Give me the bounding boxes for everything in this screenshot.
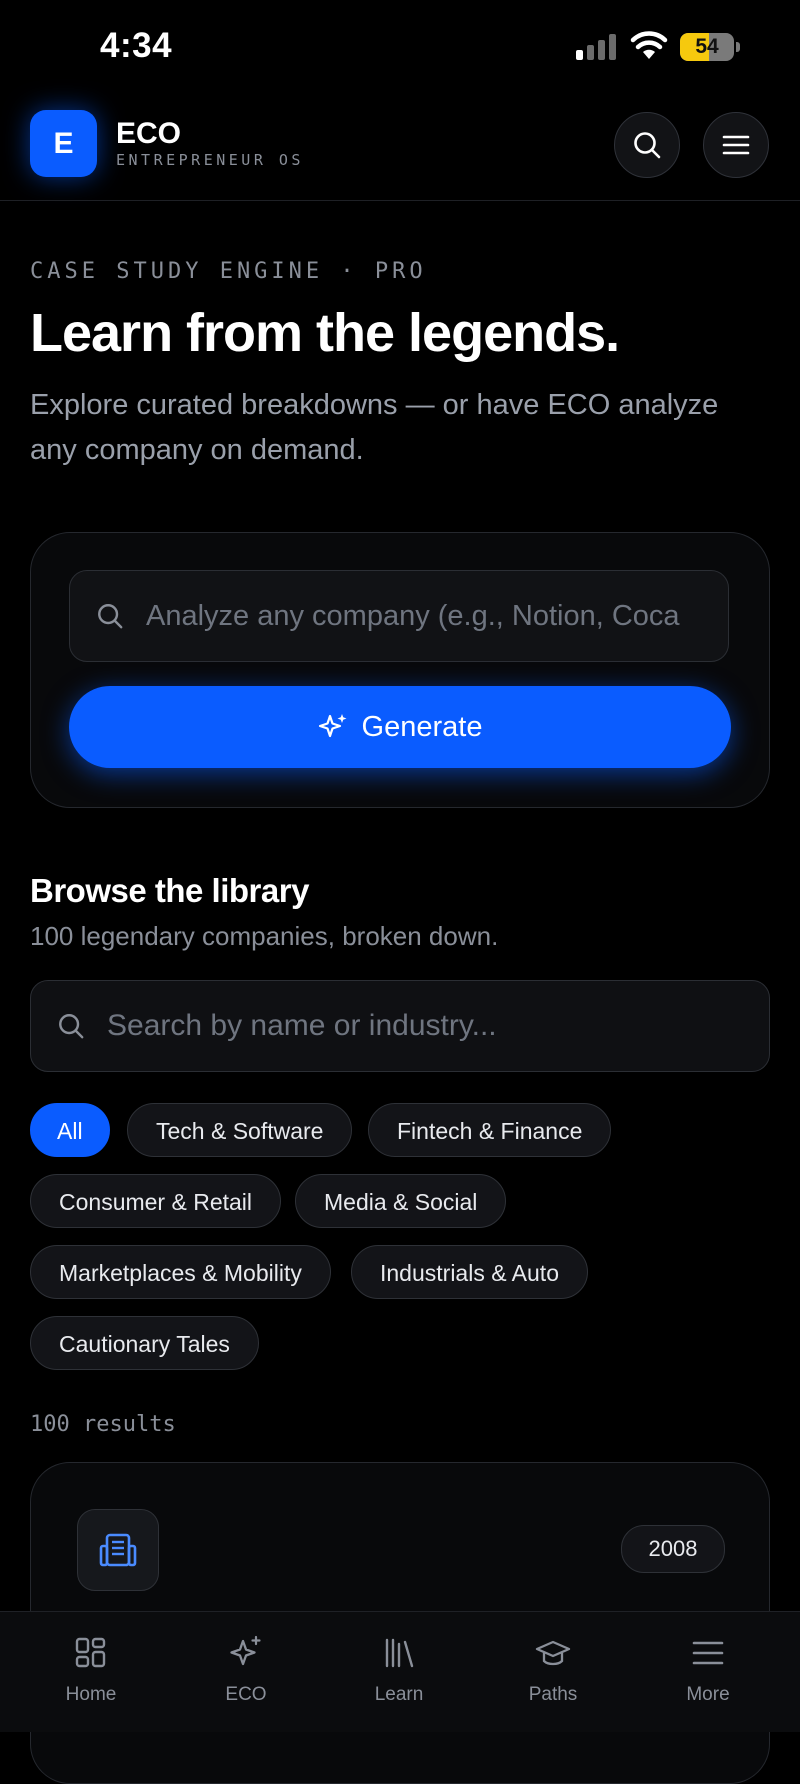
filter-chip-marketplaces-mobility[interactable]: Marketplaces & Mobility [30, 1245, 331, 1299]
hamburger-menu-icon [722, 135, 750, 155]
nav-home-label: Home [65, 1684, 117, 1705]
nav-home[interactable]: Home [31, 1634, 151, 1706]
library-search-placeholder: Search by name or industry... [107, 1009, 497, 1042]
search-icon [59, 1014, 84, 1039]
graduation-cap-icon [535, 1640, 571, 1666]
nav-more[interactable]: More [648, 1634, 768, 1706]
search-button[interactable] [614, 112, 680, 178]
nav-learn-label: Learn [374, 1684, 424, 1705]
results-count: 100 results [30, 1412, 176, 1437]
nav-paths[interactable]: Paths [493, 1634, 613, 1706]
filter-chip-cautionary-tales[interactable]: Cautionary Tales [30, 1316, 259, 1370]
filter-chip-fintech-finance[interactable]: Fintech & Finance [368, 1103, 612, 1157]
library-search-input[interactable]: Search by name or industry... [30, 980, 770, 1072]
app-logo[interactable]: E [30, 110, 97, 177]
grid-icon [75, 1637, 106, 1668]
library-title: Browse the library [30, 872, 309, 909]
bottom-navigation: Home ECO Learn Paths More [0, 1611, 800, 1732]
filter-chip-all[interactable]: All [30, 1103, 110, 1157]
filter-chip-media-social[interactable]: Media & Social [295, 1174, 507, 1228]
menu-button[interactable] [703, 112, 769, 178]
battery-percent: 54 [695, 35, 719, 58]
brand-name: ECO [116, 117, 182, 150]
company-analyze-placeholder: Analyze any company (e.g., Notion, Coca [146, 600, 680, 632]
company-analyze-input[interactable]: Analyze any company (e.g., Notion, Coca [69, 570, 729, 662]
library-subtitle: 100 legendary companies, broken down. [30, 921, 499, 951]
generate-button[interactable]: Generate [69, 686, 731, 768]
building-icon [99, 1533, 137, 1567]
battery-indicator: 54 [680, 33, 740, 63]
cellular-signal-icon [576, 34, 616, 60]
nav-eco[interactable]: ECO [186, 1634, 306, 1706]
nav-eco-label: ECO [225, 1684, 267, 1705]
filter-chip-tech-software[interactable]: Tech & Software [127, 1103, 353, 1157]
page-subtitle: Explore curated breakdowns — or have ECO… [30, 389, 719, 466]
status-time: 4:34 [100, 26, 173, 65]
nav-more-label: More [686, 1684, 730, 1705]
search-icon [634, 132, 661, 159]
nav-paths-label: Paths [528, 1684, 578, 1705]
filter-chip-consumer-retail[interactable]: Consumer & Retail [30, 1174, 282, 1228]
header-divider [0, 200, 800, 201]
sparkle-icon [318, 714, 347, 738]
company-icon [77, 1509, 159, 1591]
wifi-icon [630, 31, 668, 59]
brand-subtitle: ENTREPRENEUR OS [116, 151, 304, 169]
generate-button-label: Generate [361, 710, 483, 743]
page-title: Learn from the legends. [30, 303, 620, 363]
nav-learn[interactable]: Learn [339, 1634, 459, 1706]
sparkle-icon [230, 1635, 261, 1666]
filter-chip-industrials-auto[interactable]: Industrials & Auto [351, 1245, 588, 1299]
section-eyebrow: CASE STUDY ENGINE · PRO [30, 259, 427, 284]
library-icon [385, 1638, 414, 1668]
search-icon [98, 604, 123, 629]
menu-icon [692, 1641, 724, 1665]
year-badge: 2008 [621, 1525, 725, 1573]
